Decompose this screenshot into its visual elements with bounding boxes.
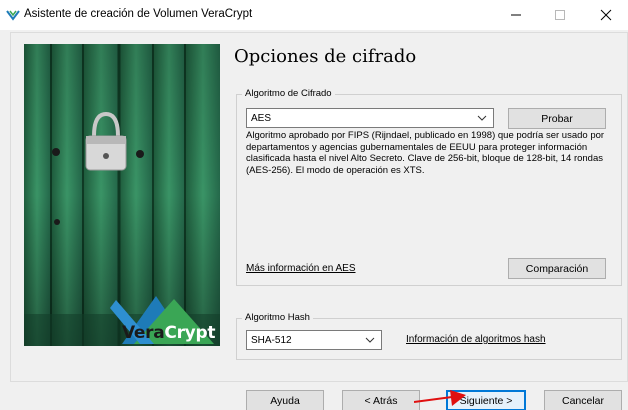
close-icon [600,9,612,21]
title-bar[interactable]: Asistente de creación de Volumen VeraCry… [0,0,628,30]
chevron-down-icon [477,115,487,121]
more-info-aes-link[interactable]: Más información en AES [246,263,356,274]
minimize-button[interactable] [494,0,538,30]
hash-info-link[interactable]: Información de algoritmos hash [406,334,546,345]
test-button[interactable]: Probar [508,108,606,129]
sidebar-image [24,44,220,346]
minimize-icon [511,14,521,16]
benchmark-button[interactable]: Comparación [508,258,606,279]
encryption-group-label: Algoritmo de Cifrado [242,88,335,99]
hash-algorithm-select[interactable]: SHA-512 [246,330,382,350]
veracrypt-brand: VeraCrypt [122,323,215,343]
hash-algorithm-value: SHA-512 [251,334,292,346]
encryption-algorithm-select[interactable]: AES [246,108,494,128]
hash-group-label: Algoritmo Hash [242,312,313,323]
encryption-algorithm-value: AES [251,112,272,124]
maximize-icon [555,10,565,20]
separator [10,382,628,383]
window-title: Asistente de creación de Volumen VeraCry… [24,8,253,20]
chevron-down-icon [365,337,375,343]
brand-part-crypt: Crypt [164,323,216,343]
back-button[interactable]: < Atrás [342,390,420,410]
brand-part-vera: Vera [122,323,165,343]
help-button[interactable]: Ayuda [246,390,324,410]
red-arrow-annotation [414,390,466,406]
close-button[interactable] [584,0,628,30]
cancel-button[interactable]: Cancelar [544,390,622,410]
veracrypt-logo-icon [6,10,20,21]
door-padlock-illustration [24,44,220,346]
page-title: Opciones de cifrado [234,46,417,67]
maximize-button[interactable] [538,0,582,30]
algorithm-description: Algoritmo aprobado por FIPS (Rijndael, p… [246,130,605,176]
wizard-window: Asistente de creación de Volumen VeraCry… [0,0,628,410]
